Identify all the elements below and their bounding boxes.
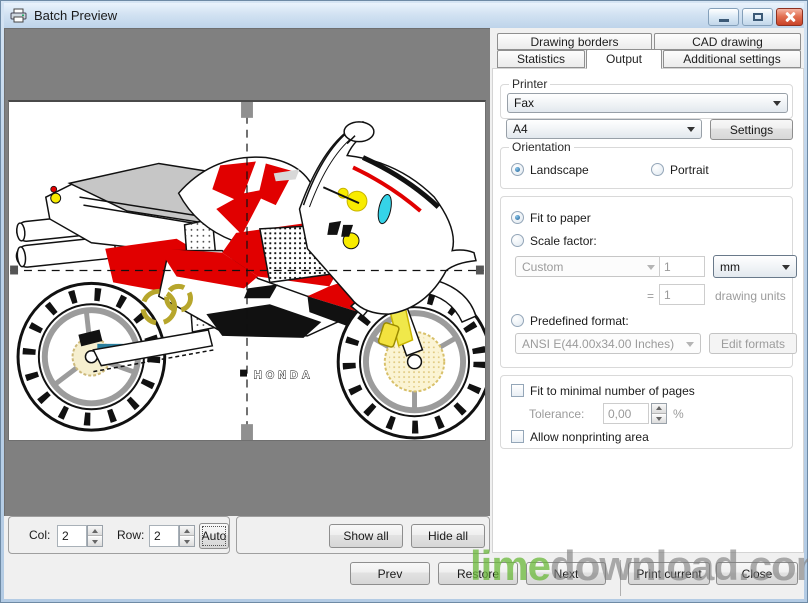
restore-button[interactable]: Restore <box>438 562 518 585</box>
chevron-down-icon <box>647 265 655 270</box>
landscape-label: Landscape <box>530 163 589 177</box>
next-button[interactable]: Next <box>526 562 606 585</box>
equals-sign: = <box>647 289 654 303</box>
col-label: Col: <box>29 528 50 542</box>
chevron-down-icon <box>687 127 695 132</box>
tab-statistics[interactable]: Statistics <box>497 50 585 68</box>
fit-minimal-pages-checkbox[interactable] <box>511 384 524 397</box>
title-bar[interactable]: Batch Preview <box>4 3 804 28</box>
fit-to-paper-label: Fit to paper <box>530 211 591 225</box>
close-icon <box>785 12 795 22</box>
pages-group: Fit to minimal number of pages Tolerance… <box>500 375 793 449</box>
show-hide-group: Show all Hide all <box>236 516 490 554</box>
maximize-button[interactable] <box>742 8 773 26</box>
edit-formats-button: Edit formats <box>709 333 797 354</box>
prev-button[interactable]: Prev <box>350 562 430 585</box>
print-current-button[interactable]: Print current <box>628 562 710 585</box>
orientation-group: Orientation Landscape Portrait <box>500 147 793 189</box>
fit-to-paper-radio[interactable] <box>511 211 524 224</box>
row-label: Row: <box>117 528 144 542</box>
orientation-group-label: Orientation <box>509 140 574 154</box>
col-spin-down-icon[interactable] <box>88 536 102 546</box>
print-preview-panel: HONDA <box>4 28 490 516</box>
printer-group-label: Printer <box>509 77 550 91</box>
row-spin-down-icon[interactable] <box>180 536 194 546</box>
row-spin-up-icon[interactable] <box>180 526 194 536</box>
print-preview-page[interactable]: HONDA <box>8 100 486 441</box>
paper-size-combobox[interactable]: A4 <box>506 119 702 139</box>
predefined-format-label: Predefined format: <box>530 314 629 328</box>
fit-minimal-pages-label: Fit to minimal number of pages <box>530 384 695 398</box>
settings-button[interactable]: Settings <box>710 119 793 140</box>
tab-additional-settings[interactable]: Additional settings <box>663 50 801 68</box>
chevron-down-icon <box>773 101 781 106</box>
dialog-client-area: HONDA Col: <box>4 28 804 599</box>
landscape-radio[interactable] <box>511 163 524 176</box>
batch-preview-dialog: Batch Preview <box>0 0 808 603</box>
tolerance-spin-up-icon <box>652 404 666 414</box>
col-spinner[interactable] <box>87 525 103 547</box>
unit-combobox[interactable]: mm <box>713 255 797 278</box>
predefined-format-radio[interactable] <box>511 314 524 327</box>
brand-text: HONDA <box>254 370 314 382</box>
minimize-icon <box>719 19 729 22</box>
tolerance-input <box>603 403 649 424</box>
printer-icon <box>10 8 28 24</box>
minimize-button[interactable] <box>708 8 739 26</box>
row-spinner[interactable] <box>179 525 195 547</box>
drawing-units-input <box>659 284 705 305</box>
drawing-units-label: drawing units <box>715 289 786 303</box>
brand-logo: HONDA <box>240 370 314 382</box>
scale-group: Fit to paper Scale factor: Custom mm = d… <box>500 196 793 368</box>
tab-drawing-borders[interactable]: Drawing borders <box>497 33 652 50</box>
chevron-down-icon <box>782 265 790 270</box>
hide-all-button[interactable]: Hide all <box>411 524 485 548</box>
printer-group: Printer Fax <box>500 84 793 119</box>
show-all-button[interactable]: Show all <box>329 524 403 548</box>
window-title: Batch Preview <box>34 8 117 23</box>
tab-output[interactable]: Output <box>586 49 662 69</box>
tolerance-label: Tolerance: <box>529 407 584 421</box>
portrait-label: Portrait <box>670 163 709 177</box>
close-button[interactable] <box>776 8 803 26</box>
chevron-down-icon <box>686 342 694 347</box>
close-dialog-button[interactable]: Close <box>716 562 798 585</box>
grid-size-group: Col: Row: Auto <box>8 516 230 554</box>
row-input[interactable] <box>149 525 179 547</box>
maximize-icon <box>753 13 763 21</box>
col-input[interactable] <box>57 525 87 547</box>
scale-type-combobox: Custom <box>515 256 662 277</box>
percent-label: % <box>673 407 684 421</box>
scale-factor-radio[interactable] <box>511 234 524 247</box>
tolerance-spinner <box>651 403 667 424</box>
tolerance-spin-down-icon <box>652 414 666 424</box>
printer-combobox[interactable]: Fax <box>507 93 788 113</box>
portrait-radio[interactable] <box>651 163 664 176</box>
nav-separator <box>620 560 621 596</box>
auto-button[interactable]: Auto <box>199 523 229 549</box>
predefined-format-combobox: ANSI E(44.00x34.00 Inches) <box>515 333 701 354</box>
motorcycle-cad-drawing: HONDA <box>9 102 485 440</box>
tab-cad-drawing[interactable]: CAD drawing <box>654 33 801 50</box>
allow-nonprinting-label: Allow nonprinting area <box>530 430 649 444</box>
scale-factor-input <box>659 256 705 277</box>
scale-factor-label: Scale factor: <box>530 234 597 248</box>
allow-nonprinting-checkbox[interactable] <box>511 430 524 443</box>
col-spin-up-icon[interactable] <box>88 526 102 536</box>
